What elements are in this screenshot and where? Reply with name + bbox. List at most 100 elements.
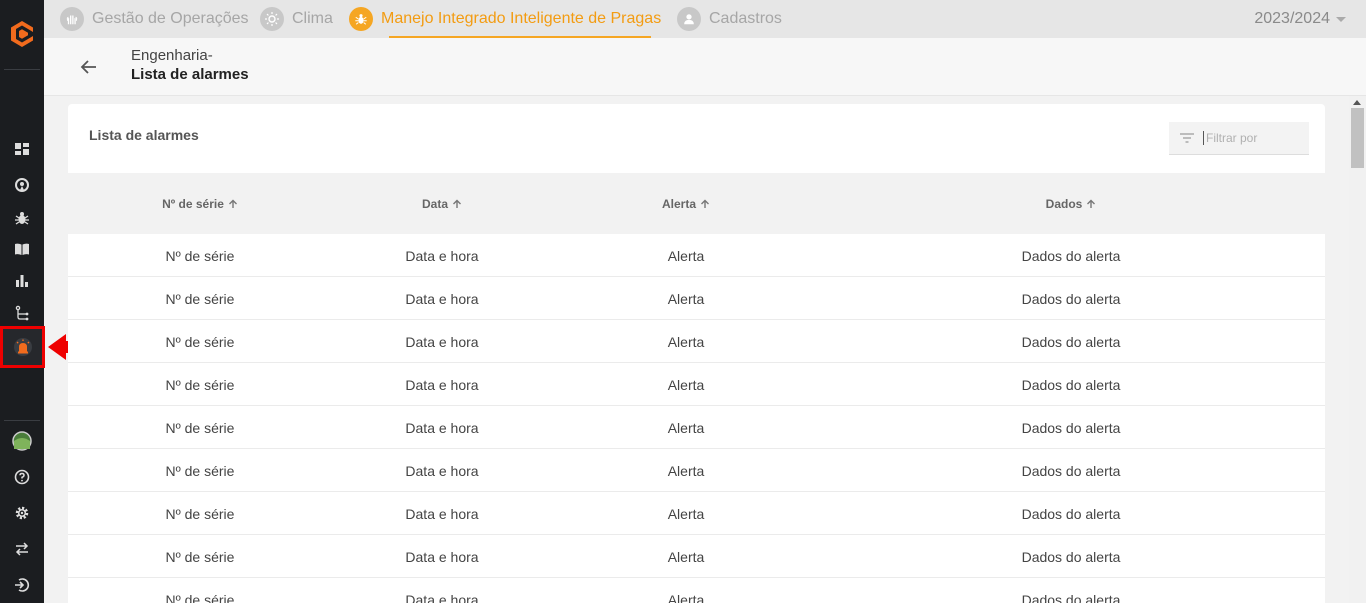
cell-alerta: Alerta	[667, 290, 705, 307]
sun-icon	[260, 7, 284, 31]
user-icon	[677, 7, 701, 31]
sort-arrow-up-icon	[228, 199, 237, 208]
cell-alerta: Alerta	[667, 591, 705, 603]
season-value: 2023/2024	[1254, 10, 1330, 27]
scroll-up-arrow-icon[interactable]	[1353, 100, 1361, 105]
vertical-scrollbar[interactable]	[1349, 96, 1366, 603]
alarm-icon	[14, 338, 32, 356]
bug-icon	[349, 7, 373, 31]
operations-icon	[60, 7, 84, 31]
route-icon[interactable]	[12, 303, 32, 323]
sidebar-divider	[4, 420, 40, 421]
dashboard-icon[interactable]	[12, 139, 32, 159]
column-label: Data	[421, 196, 448, 211]
column-header-data[interactable]: Data	[372, 173, 512, 234]
filter-icon	[1180, 133, 1194, 143]
cell-serie: Nº de série	[165, 333, 235, 350]
page-header: Engenharia- Lista de alarmes	[44, 38, 1366, 96]
avatar[interactable]	[12, 431, 32, 451]
cell-data: Data e hora	[405, 419, 479, 436]
cell-data: Data e hora	[405, 591, 479, 603]
back-arrow-icon[interactable]	[78, 56, 100, 78]
cell-alerta: Alerta	[667, 247, 705, 264]
filter-input[interactable]	[1203, 131, 1303, 145]
cell-serie: Nº de série	[165, 247, 235, 264]
column-header-dados[interactable]: Dados	[971, 173, 1171, 234]
table-row[interactable]: Nº de série Data e hora Alerta Dados do …	[68, 449, 1325, 492]
tab-label: Gestão de Operações	[92, 10, 249, 27]
filter-field[interactable]	[1169, 122, 1309, 155]
cell-dados: Dados do alerta	[1021, 290, 1121, 307]
book-icon[interactable]	[12, 239, 32, 259]
switch-icon[interactable]	[12, 539, 32, 559]
bug-icon[interactable]	[12, 208, 32, 228]
tab-label: Manejo Integrado Inteligente de Pragas	[381, 10, 662, 27]
bar-chart-icon[interactable]	[12, 271, 32, 291]
cell-data: Data e hora	[405, 247, 479, 264]
table-row[interactable]: Nº de série Data e hora Alerta Dados do …	[68, 578, 1325, 603]
cell-data: Data e hora	[405, 505, 479, 522]
cell-serie: Nº de série	[165, 505, 235, 522]
cell-alerta: Alerta	[667, 505, 705, 522]
sort-arrow-up-icon	[453, 199, 461, 208]
sort-arrow-up-icon	[701, 199, 709, 208]
cell-data: Data e hora	[405, 290, 479, 307]
table-row[interactable]: Nº de série Data e hora Alerta Dados do …	[68, 234, 1325, 277]
alarms-card: Lista de alarmes Nº de série Data Alerta…	[68, 104, 1325, 603]
tab-manejo-pragas[interactable]: Manejo Integrado Inteligente de Pragas	[349, 0, 661, 38]
cell-serie: Nº de série	[165, 290, 235, 307]
cell-serie: Nº de série	[165, 548, 235, 565]
page-title: Lista de alarmes	[131, 66, 249, 83]
table-row[interactable]: Nº de série Data e hora Alerta Dados do …	[68, 277, 1325, 320]
cell-serie: Nº de série	[165, 419, 235, 436]
location-icon[interactable]	[12, 175, 32, 195]
tab-label: Cadastros	[709, 10, 782, 27]
table-row[interactable]: Nº de série Data e hora Alerta Dados do …	[68, 535, 1325, 578]
cell-dados: Dados do alerta	[1021, 419, 1121, 436]
season-selector[interactable]: 2023/2024	[1254, 0, 1346, 38]
column-label: Dados	[1045, 196, 1083, 211]
settings-icon[interactable]	[12, 503, 32, 523]
column-label: Nº de série	[162, 196, 224, 211]
cell-alerta: Alerta	[667, 419, 705, 436]
cell-serie: Nº de série	[165, 376, 235, 393]
logout-icon[interactable]	[12, 575, 32, 595]
sidebar-divider	[4, 69, 40, 70]
column-header-serie[interactable]: Nº de série	[130, 173, 270, 234]
tab-clima[interactable]: Clima	[260, 0, 333, 38]
cell-alerta: Alerta	[667, 333, 705, 350]
cell-data: Data e hora	[405, 548, 479, 565]
cell-alerta: Alerta	[667, 548, 705, 565]
cell-alerta: Alerta	[667, 462, 705, 479]
table-row[interactable]: Nº de série Data e hora Alerta Dados do …	[68, 320, 1325, 363]
cell-dados: Dados do alerta	[1021, 505, 1121, 522]
column-header-alerta[interactable]: Alerta	[616, 173, 756, 234]
tab-cadastros[interactable]: Cadastros	[677, 0, 782, 38]
cell-data: Data e hora	[405, 376, 479, 393]
cell-serie: Nº de série	[165, 462, 235, 479]
table-body: Nº de série Data e hora Alerta Dados do …	[68, 234, 1325, 603]
cell-dados: Dados do alerta	[1021, 333, 1121, 350]
sort-arrow-up-icon	[1087, 199, 1096, 208]
cell-alerta: Alerta	[667, 376, 705, 393]
tab-gestao-operacoes[interactable]: Gestão de Operações	[60, 0, 249, 38]
scrollbar-thumb[interactable]	[1351, 108, 1364, 168]
cell-data: Data e hora	[405, 462, 479, 479]
card-title: Lista de alarmes	[89, 127, 199, 143]
sidebar-item-alarms[interactable]	[0, 326, 45, 368]
breadcrumb[interactable]: Engenharia-	[131, 47, 213, 64]
tab-label: Clima	[292, 10, 333, 27]
sidebar	[0, 0, 44, 603]
table-row[interactable]: Nº de série Data e hora Alerta Dados do …	[68, 363, 1325, 406]
cell-dados: Dados do alerta	[1021, 376, 1121, 393]
table-row[interactable]: Nº de série Data e hora Alerta Dados do …	[68, 492, 1325, 535]
logo[interactable]	[6, 18, 38, 50]
cell-dados: Dados do alerta	[1021, 247, 1121, 264]
chevron-down-icon	[1336, 16, 1346, 22]
cell-dados: Dados do alerta	[1021, 462, 1121, 479]
cell-dados: Dados do alerta	[1021, 548, 1121, 565]
table-row[interactable]: Nº de série Data e hora Alerta Dados do …	[68, 406, 1325, 449]
help-icon[interactable]	[12, 467, 32, 487]
cell-serie: Nº de série	[165, 591, 235, 603]
table-header: Nº de série Data Alerta Dados	[68, 173, 1325, 234]
